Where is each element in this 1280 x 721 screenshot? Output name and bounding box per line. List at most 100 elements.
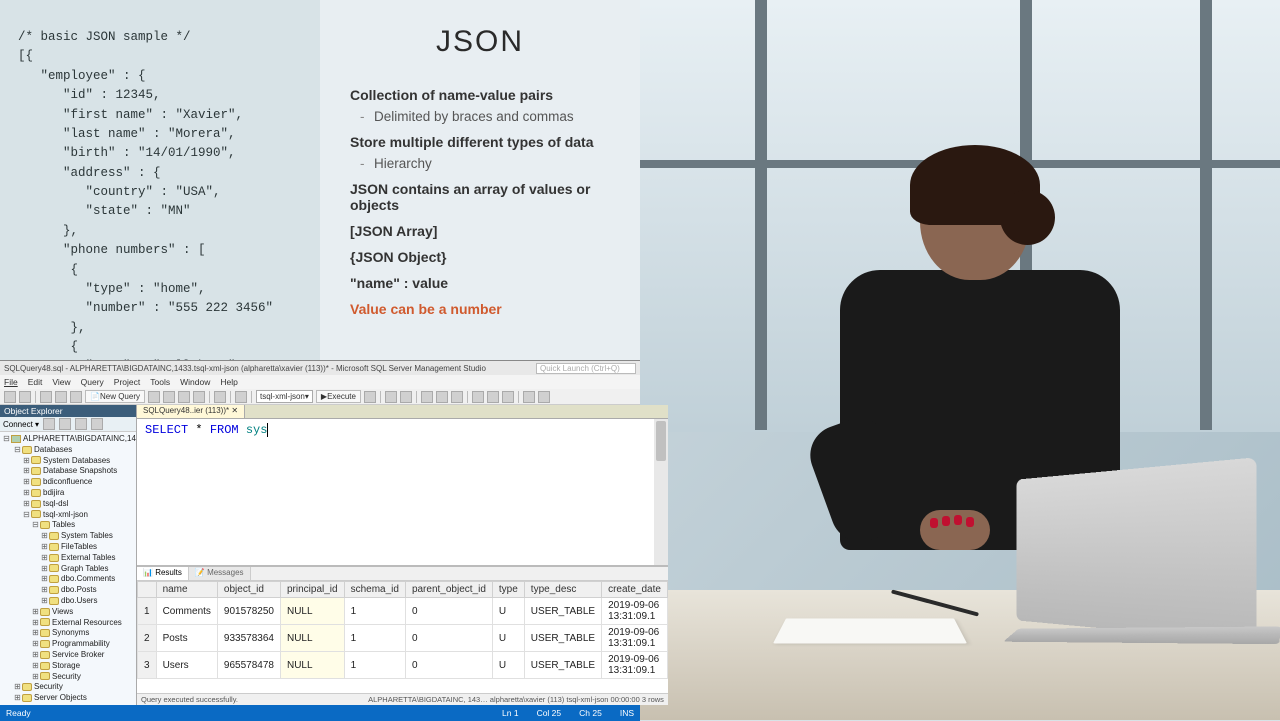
tree-node[interactable]: ⊞Security [0, 682, 136, 693]
database-dropdown[interactable]: tsql-xml-json ▾ [256, 390, 313, 403]
toolbar-icon[interactable] [538, 391, 550, 403]
toolbar-icon[interactable] [385, 391, 397, 403]
tree-node[interactable]: ⊟tsql-xml-json [0, 510, 136, 521]
toolbar-icon[interactable] [4, 391, 16, 403]
column-header[interactable]: parent_object_id [405, 582, 492, 598]
menu-file[interactable]: File [4, 377, 18, 387]
editor-tabs: SQLQuery48..ier (113))* ✕ [137, 405, 668, 419]
tree-node[interactable]: ⊞Programmability [0, 639, 136, 650]
tree-node[interactable]: ⊞Service Broker [0, 650, 136, 661]
tree-node[interactable]: ⊞dbo.Comments [0, 574, 136, 585]
column-header[interactable]: schema_id [344, 582, 405, 598]
table-row[interactable]: 2Posts933578364NULL10UUSER_TABLE2019-09-… [138, 625, 668, 652]
tree-node[interactable]: ⊞Views [0, 607, 136, 618]
editor-tab[interactable]: SQLQuery48..ier (113))* ✕ [137, 405, 245, 418]
query-status: Query executed successfully. [141, 695, 238, 704]
toolbar-icon[interactable] [178, 391, 190, 403]
toolbar-icon[interactable] [487, 391, 499, 403]
tab-messages[interactable]: 📝 Messages [189, 567, 251, 580]
explorer-tree[interactable]: ⊟ALPHARETTA\BIGDATAINC,1433 (SQL Se⊟Data… [0, 432, 136, 705]
toolbar-icon[interactable] [70, 391, 82, 403]
stop-icon[interactable] [75, 418, 87, 430]
column-header[interactable]: type [492, 582, 524, 598]
toolbar-icon[interactable] [400, 391, 412, 403]
tree-node[interactable]: ⊞External Resources [0, 618, 136, 629]
tree-node[interactable]: ⊞System Tables [0, 531, 136, 542]
tree-node[interactable]: ⊞Security [0, 672, 136, 683]
tree-node[interactable]: ⊞Synonyms [0, 628, 136, 639]
results-tabs: 📊 Results 📝 Messages [137, 567, 668, 581]
column-header[interactable]: name [156, 582, 217, 598]
execute-button[interactable]: ▶ Execute [316, 390, 361, 403]
menu-edit[interactable]: Edit [28, 377, 43, 387]
tree-node[interactable]: ⊞System Databases [0, 456, 136, 467]
tree-node[interactable]: ⊞Replication [0, 704, 136, 705]
results-grid[interactable]: nameobject_idprincipal_idschema_idparent… [137, 581, 668, 693]
toolbar-icon[interactable] [163, 391, 175, 403]
results-footer: Query executed successfully. ALPHARETTA\… [137, 693, 668, 705]
refresh-icon[interactable] [91, 418, 103, 430]
tree-node[interactable]: ⊞FileTables [0, 542, 136, 553]
tree-node[interactable]: ⊟Tables [0, 520, 136, 531]
slide-heading: Collection of name-value pairs [350, 87, 610, 103]
tree-node[interactable]: ⊞External Tables [0, 553, 136, 564]
toolbar-icon[interactable] [148, 391, 160, 403]
papers [773, 618, 967, 643]
column-header[interactable]: object_id [217, 582, 280, 598]
table-row[interactable]: 3Users965578478NULL10UUSER_TABLE2019-09-… [138, 652, 668, 679]
menu-project[interactable]: Project [114, 377, 140, 387]
column-header[interactable]: type_desc [524, 582, 601, 598]
tree-node[interactable]: ⊞Storage [0, 661, 136, 672]
window-titlebar[interactable]: SQLQuery48.sql - ALPHARETTA\BIGDATAINC,1… [0, 361, 640, 375]
new-query-button[interactable]: 📄New Query [85, 390, 145, 403]
tree-node[interactable]: ⊟Databases [0, 445, 136, 456]
tree-node[interactable]: ⊞Graph Tables [0, 564, 136, 575]
menu-window[interactable]: Window [180, 377, 210, 387]
sql-editor[interactable]: SELECT * FROM sys [137, 419, 668, 565]
toolbar-icon[interactable] [502, 391, 514, 403]
toolbar-icon[interactable] [451, 391, 463, 403]
slide-line: JSON contains an array of values or obje… [350, 181, 610, 213]
toolbar-icon[interactable] [436, 391, 448, 403]
toolbar-icon[interactable] [472, 391, 484, 403]
toolbar-icon[interactable] [523, 391, 535, 403]
menu-query[interactable]: Query [81, 377, 104, 387]
table-row[interactable]: 1Comments901578250NULL10UUSER_TABLE2019-… [138, 598, 668, 625]
toolbar-icon[interactable] [364, 391, 376, 403]
laptop-screen [1016, 457, 1256, 642]
toolbar-icon[interactable] [19, 391, 31, 403]
slide-highlight: Value can be a number [350, 301, 610, 317]
toolbar-icon[interactable] [193, 391, 205, 403]
toolbar-icon[interactable] [235, 391, 247, 403]
tree-node[interactable]: ⊞dbo.Users [0, 596, 136, 607]
menu-tools[interactable]: Tools [150, 377, 170, 387]
slide-heading: Store multiple different types of data [350, 134, 610, 150]
scrollbar-vertical[interactable] [654, 419, 668, 565]
menu-help[interactable]: Help [220, 377, 237, 387]
toolbar-icon[interactable] [55, 391, 67, 403]
status-ch: Ch 25 [579, 708, 602, 718]
tree-node[interactable]: ⊞Server Objects [0, 693, 136, 704]
quick-launch-input[interactable]: Quick Launch (Ctrl+Q) [536, 363, 636, 374]
toolbar-icon[interactable] [421, 391, 433, 403]
connect-icon[interactable] [43, 418, 55, 430]
column-header[interactable]: create_date [602, 582, 668, 598]
tree-node[interactable]: ⊞dbo.Posts [0, 585, 136, 596]
tab-results[interactable]: 📊 Results [137, 567, 189, 580]
tree-node[interactable]: ⊞bdijira [0, 488, 136, 499]
tree-node[interactable]: ⊞Database Snapshots [0, 466, 136, 477]
column-header[interactable]: principal_id [280, 582, 344, 598]
menu-view[interactable]: View [52, 377, 70, 387]
disconnect-icon[interactable] [59, 418, 71, 430]
slide-line: [JSON Array] [350, 223, 610, 239]
photo-panel [640, 0, 1280, 720]
toolbar-icon[interactable] [214, 391, 226, 403]
tree-server[interactable]: ⊟ALPHARETTA\BIGDATAINC,1433 (SQL Se [0, 434, 136, 445]
toolbar-icon[interactable] [40, 391, 52, 403]
menu-bar: File Edit View Query Project Tools Windo… [0, 375, 640, 389]
slide-subpoint: Delimited by braces and commas [374, 109, 610, 124]
tree-node[interactable]: ⊞bdiconfluence [0, 477, 136, 488]
tree-node[interactable]: ⊞tsql-dsl [0, 499, 136, 510]
connect-bar[interactable]: Connect ▾ [0, 417, 136, 432]
slide-subpoint: Hierarchy [374, 156, 610, 171]
